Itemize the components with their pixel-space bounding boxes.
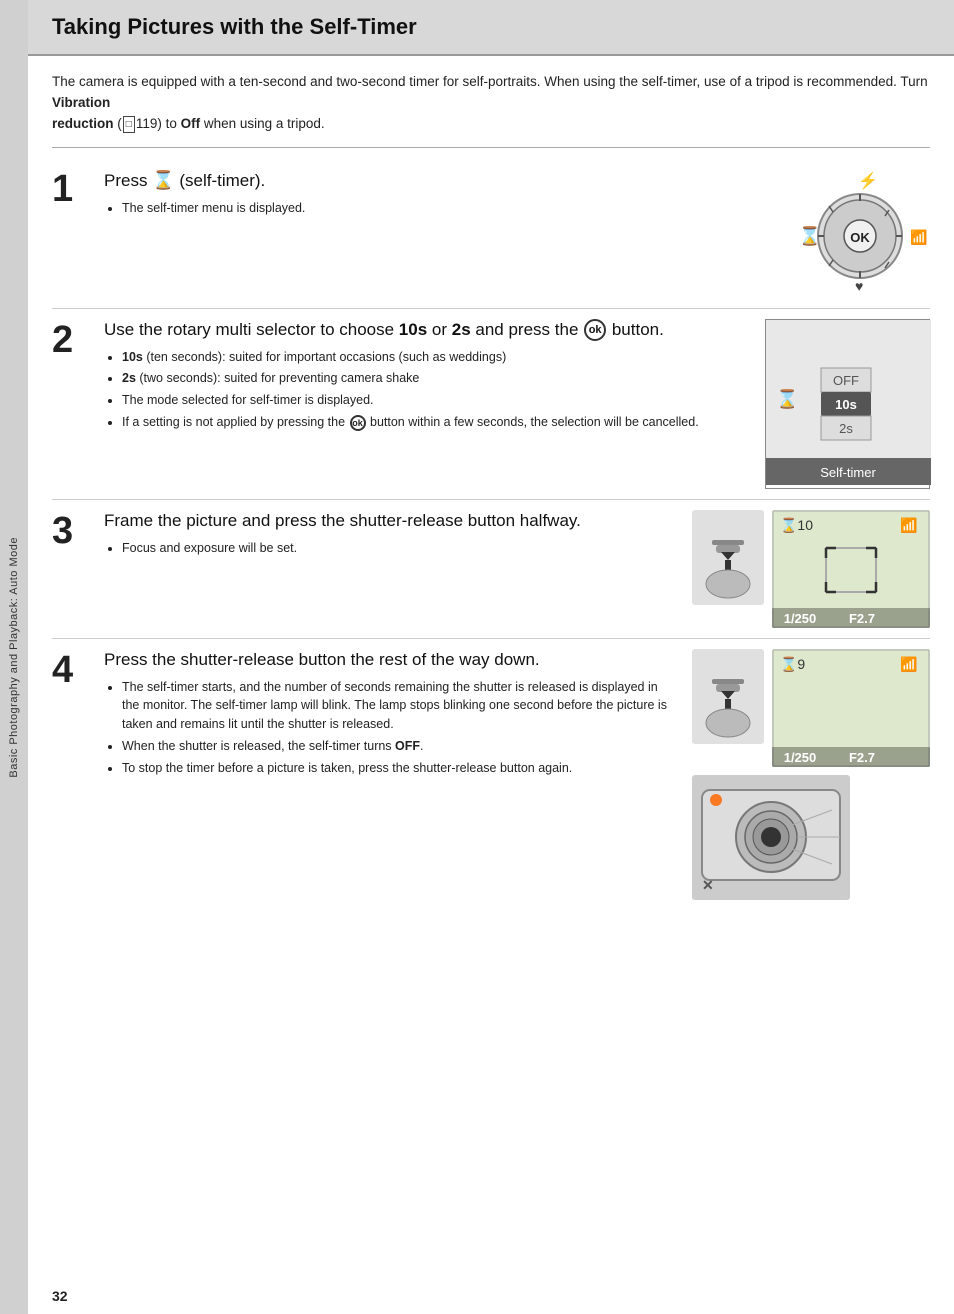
step-4-bullet-3: To stop the timer before a picture is ta… — [122, 759, 676, 778]
sidebar: Basic Photography and Playback: Auto Mod… — [0, 0, 28, 1314]
step-1-number: 1 — [52, 170, 88, 208]
page-number: 32 — [52, 1288, 68, 1304]
step-2-bullets: 10s (ten seconds): suited for important … — [104, 348, 749, 432]
ok-button-icon: ok — [584, 319, 606, 341]
step-4-content: Press the shutter-release button the res… — [104, 649, 676, 781]
svg-text:1/250: 1/250 — [784, 611, 817, 626]
section-divider-0 — [52, 147, 930, 148]
step-1-title: Press ⌛ (self-timer). — [104, 168, 734, 193]
step-4-viewfinder: ⌛9 📶 1/250 F2.7 — [772, 649, 930, 767]
step-4-row: 4 Press the shutter-release button the r… — [52, 639, 930, 910]
step-4-images: ⌛9 📶 1/250 F2.7 — [692, 649, 930, 900]
intro-book-ref: 119 — [136, 116, 158, 131]
step-2-title: Use the rotary multi selector to choose … — [104, 319, 749, 342]
step-3-images: ⌛10 📶 1/250 F2.7 — [692, 510, 930, 628]
page-footer: 32 — [28, 1278, 954, 1314]
step-2-bullet-2: 2s (two seconds): suited for preventing … — [122, 369, 749, 388]
intro-bold: Vibrationreduction — [52, 95, 114, 131]
svg-text:📶: 📶 — [910, 229, 927, 246]
step-3-content: Frame the picture and press the shutter-… — [104, 510, 676, 561]
step-2-number: 2 — [52, 321, 88, 359]
main-content: Taking Pictures with the Self-Timer The … — [28, 0, 954, 1314]
svg-text:⌛: ⌛ — [776, 388, 798, 409]
page-header: Taking Pictures with the Self-Timer — [28, 0, 954, 56]
page-title: Taking Pictures with the Self-Timer — [52, 14, 930, 40]
svg-text:⌛: ⌛ — [799, 225, 821, 246]
step-3-row: 3 Frame the picture and press the shutte… — [52, 500, 930, 639]
svg-text:⚡: ⚡ — [858, 171, 878, 190]
svg-text:10s: 10s — [835, 397, 857, 412]
step-4-top-images: ⌛9 📶 1/250 F2.7 — [692, 649, 930, 767]
step-2-image: ⌛ OFF 10s 2s Self-timer — [765, 319, 930, 489]
step-4-bullets: The self-timer starts, and the number of… — [104, 678, 676, 778]
svg-text:OK: OK — [850, 230, 870, 245]
step-1-row: 1 Press ⌛ (self-timer). The self-timer m… — [52, 158, 930, 309]
step-1-content: Press ⌛ (self-timer). The self-timer men… — [104, 168, 734, 221]
step-4-title: Press the shutter-release button the res… — [104, 649, 676, 672]
ok-inline-icon: ok — [350, 415, 366, 431]
step-4-bullet-2: When the shutter is released, the self-t… — [122, 737, 676, 756]
step-2-bullet-3: The mode selected for self-timer is disp… — [122, 391, 749, 410]
page-container: Basic Photography and Playback: Auto Mod… — [0, 0, 954, 1314]
step-3-number: 3 — [52, 512, 88, 550]
svg-text:F2.7: F2.7 — [849, 611, 875, 626]
sidebar-label: Basic Photography and Playback: Auto Mod… — [8, 537, 20, 778]
step-2-content: Use the rotary multi selector to choose … — [104, 319, 749, 435]
step-2-bullet-1: 10s (ten seconds): suited for important … — [122, 348, 749, 367]
svg-text:♥: ♥ — [855, 278, 863, 294]
step-3-title: Frame the picture and press the shutter-… — [104, 510, 676, 533]
step-2-row: 2 Use the rotary multi selector to choos… — [52, 309, 930, 500]
shutter-press-icon — [692, 510, 764, 605]
intro-paragraph: The camera is equipped with a ten-second… — [52, 72, 930, 135]
intro-off: Off — [181, 116, 201, 131]
step-3-bullets: Focus and exposure will be set. — [104, 539, 676, 558]
svg-text:2s: 2s — [839, 421, 853, 436]
intro-text-end: when using a tripod. — [200, 116, 325, 131]
step-4-shutter-icon — [692, 649, 764, 744]
step-4-number: 4 — [52, 651, 88, 689]
svg-text:✕: ✕ — [702, 877, 714, 893]
intro-text-before: The camera is equipped with a ten-second… — [52, 74, 928, 89]
step-3-viewfinder: ⌛10 📶 1/250 F2.7 — [772, 510, 930, 628]
svg-text:⌛10: ⌛10 — [780, 517, 813, 534]
step-4-camera-image: ✕ — [692, 775, 850, 900]
svg-text:OFF: OFF — [833, 373, 859, 388]
svg-text:📶: 📶 — [900, 656, 917, 673]
step-1-bullet-1: The self-timer menu is displayed. — [122, 199, 734, 218]
svg-text:📶: 📶 — [900, 517, 917, 534]
book-icon: □ — [123, 116, 135, 134]
svg-text:Self-timer: Self-timer — [820, 465, 876, 480]
step-1-bullets: The self-timer menu is displayed. — [104, 199, 734, 218]
step-2-bullet-4: If a setting is not applied by pressing … — [122, 413, 749, 432]
step-4-bullet-1: The self-timer starts, and the number of… — [122, 678, 676, 734]
svg-text:1/250: 1/250 — [784, 750, 817, 765]
svg-text:⌛9: ⌛9 — [780, 656, 805, 673]
svg-text:F2.7: F2.7 — [849, 750, 875, 765]
step-1-image: ⚡ OK — [750, 168, 930, 298]
step-3-bullet-1: Focus and exposure will be set. — [122, 539, 676, 558]
content-area: The camera is equipped with a ten-second… — [28, 56, 954, 1278]
